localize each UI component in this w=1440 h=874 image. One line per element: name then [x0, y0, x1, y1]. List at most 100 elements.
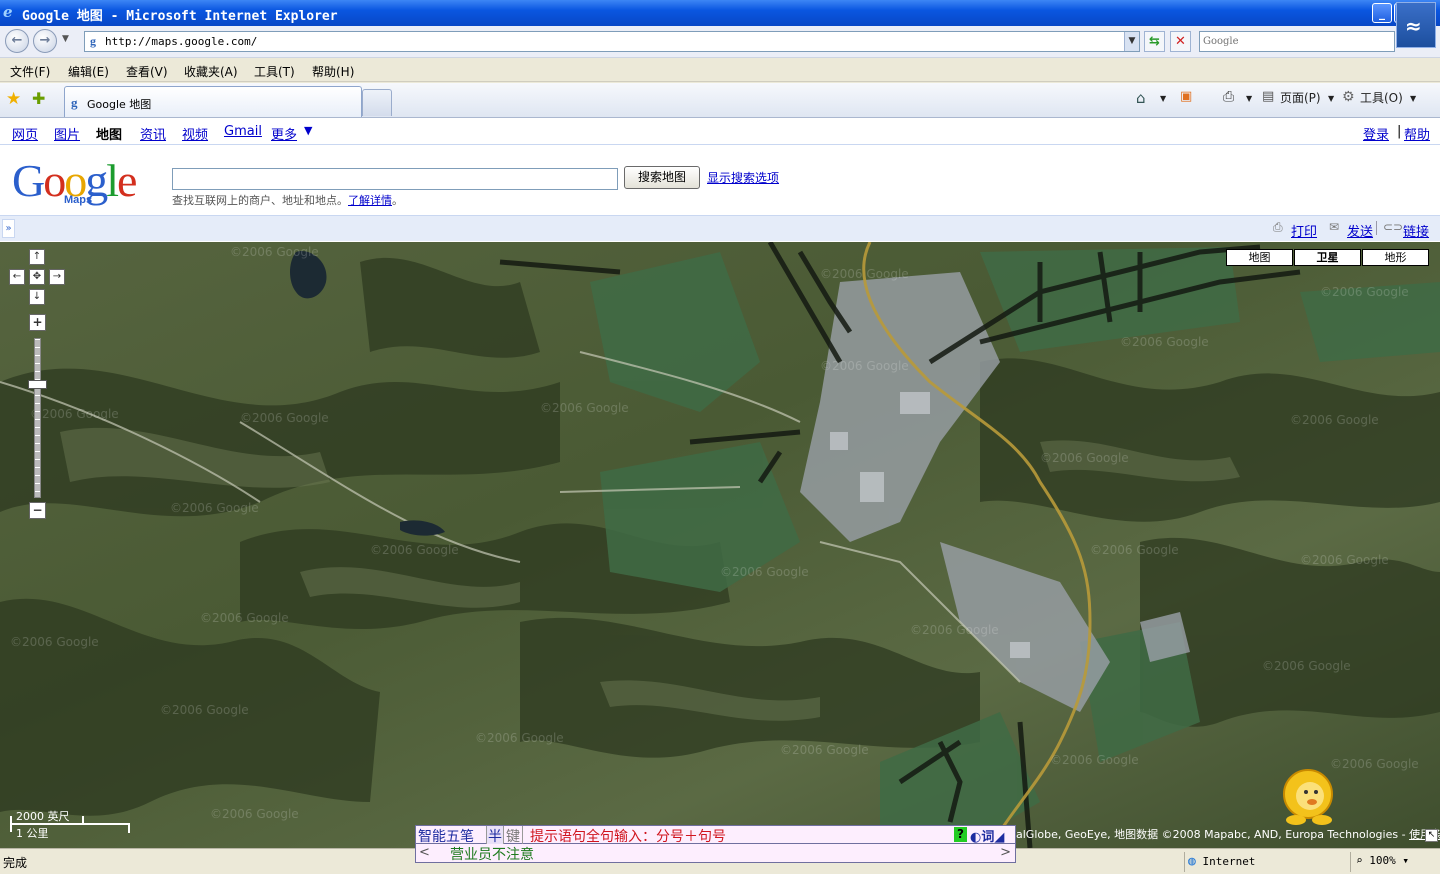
tools-menu[interactable]: 工具(O) [1360, 89, 1403, 106]
forward-button[interactable]: → [33, 29, 57, 53]
pan-left-button[interactable]: ← [9, 269, 25, 285]
toggle-panel-button[interactable]: » [2, 219, 15, 238]
print-icon[interactable]: ⎙ [1223, 89, 1234, 105]
menu-tools[interactable]: 工具(T) [254, 63, 295, 80]
ime-dictionary-icon[interactable]: ◐词◢ [970, 826, 1004, 845]
search-hint-period: 。 [392, 194, 403, 207]
map-type-terrain-button[interactable]: 地形 [1362, 249, 1429, 266]
email-icon: ✉ [1329, 220, 1340, 234]
zoom-in-button[interactable]: + [29, 314, 46, 331]
action-separator [1376, 221, 1377, 235]
page-favicon-icon: g [90, 34, 96, 48]
svg-text:©2006 Google: ©2006 Google [780, 743, 869, 757]
print-icon: ⎙ [1273, 220, 1283, 234]
menu-edit[interactable]: 编辑(E) [68, 63, 109, 80]
zone-label: Internet [1202, 855, 1256, 868]
nav-gmail[interactable]: Gmail [224, 124, 262, 139]
ime-status-row: 智能五笔 半 键 提示语句全句输入：分号＋句号 ? ◐词◢ [415, 825, 1016, 846]
map-type-map-button[interactable]: 地图 [1226, 249, 1293, 266]
svg-text:©2006 Google: ©2006 Google [200, 611, 289, 625]
map-search-input[interactable] [172, 168, 618, 190]
nav-web[interactable]: 网页 [12, 124, 38, 143]
satellite-map[interactable]: ©2006 Google ©2006 Google ©2006 Google ©… [0, 242, 1440, 848]
link-link[interactable]: 链接 [1403, 221, 1429, 240]
svg-text:©2006 Google: ©2006 Google [910, 623, 999, 637]
google-maps-logo[interactable]: Google Maps [12, 154, 162, 214]
lion-mascot-icon [1283, 769, 1333, 825]
menu-file[interactable]: 文件(F) [10, 63, 50, 80]
nav-images[interactable]: 图片 [54, 124, 80, 143]
new-tab-button[interactable] [362, 89, 392, 116]
page-menu[interactable]: 页面(P) [1280, 89, 1321, 106]
more-dropdown-icon[interactable]: ▼ [304, 124, 312, 137]
nav-video[interactable]: 视频 [182, 124, 208, 143]
home-icon[interactable]: ⌂ [1136, 89, 1146, 107]
ime-candidate[interactable]: 营业员不注意 [450, 844, 534, 864]
svg-text:©2006 Google: ©2006 Google [540, 401, 629, 415]
ime-name[interactable]: 智能五笔 [418, 826, 474, 846]
svg-text:©2006 Google: ©2006 Google [230, 245, 319, 259]
svg-text:©2006 Google: ©2006 Google [1300, 553, 1389, 567]
svg-text:©2006 Google: ©2006 Google [170, 501, 259, 515]
menu-view[interactable]: 查看(V) [126, 63, 168, 80]
zoom-slider-thumb[interactable] [28, 380, 47, 390]
help-link[interactable]: 帮助 [1404, 124, 1430, 143]
print-dropdown-icon[interactable]: ▼ [1246, 94, 1252, 103]
zoom-control[interactable]: ⌕ 100% ▾ [1356, 854, 1409, 867]
ime-half-width-toggle[interactable]: 半 [486, 826, 504, 846]
send-link[interactable]: 发送 [1347, 221, 1373, 240]
print-link[interactable]: 打印 [1291, 221, 1317, 240]
tab-label: Google 地图 [87, 98, 152, 111]
menu-bar: 文件(F) 编辑(E) 查看(V) 收藏夹(A) 工具(T) 帮助(H) [0, 59, 1440, 82]
svg-text:©2006 Google: ©2006 Google [1120, 335, 1209, 349]
nav-news[interactable]: 资讯 [140, 124, 166, 143]
title-bar: e Google 地图 - Microsoft Internet Explore… [0, 0, 1440, 26]
address-field[interactable]: g ▼ [84, 31, 1140, 52]
tools-dropdown-icon[interactable]: ▼ [1410, 94, 1416, 103]
address-dropdown-icon[interactable]: ▼ [1124, 32, 1139, 51]
nav-divider [0, 144, 1440, 145]
svg-text:©2006 Google: ©2006 Google [370, 543, 459, 557]
ime-input-bar[interactable]: 智能五笔 半 键 提示语句全句输入：分号＋句号 ? ◐词◢ < 营业员不注意 > [415, 825, 1016, 863]
zoom-slider-track[interactable] [34, 338, 41, 498]
pan-center-button[interactable]: ✥ [29, 269, 45, 285]
search-hint-text: 查找互联网上的商户、地址和地点。 [172, 194, 348, 207]
pan-right-button[interactable]: → [49, 269, 65, 285]
ime-prev-icon[interactable]: < [419, 845, 430, 860]
pan-down-button[interactable]: ↓ [29, 289, 45, 305]
browser-search-input[interactable] [1203, 34, 1391, 49]
svg-text:©2006 Google: ©2006 Google [30, 407, 119, 421]
back-button[interactable]: ← [5, 29, 29, 53]
browser-search-field[interactable] [1199, 31, 1395, 52]
menu-favorites[interactable]: 收藏夹(A) [184, 63, 238, 80]
signin-link[interactable]: 登录 [1363, 124, 1389, 143]
show-search-options-link[interactable]: 显示搜索选项 [707, 169, 779, 186]
url-input[interactable] [105, 34, 1115, 49]
zoom-out-button[interactable]: − [29, 502, 46, 519]
learn-more-link[interactable]: 了解详情 [348, 194, 392, 207]
add-favorite-icon[interactable]: ✚ [32, 89, 45, 108]
ime-help-icon[interactable]: ? [954, 827, 967, 842]
security-zone: ◍ Internet [1188, 854, 1255, 869]
windows-flag-icon: ≈ [1396, 2, 1436, 48]
stop-button[interactable]: ✕ [1170, 31, 1191, 52]
nav-more[interactable]: 更多 [271, 124, 297, 143]
tab-google-maps[interactable]: g Google 地图 [64, 86, 362, 117]
svg-text:©2006 Google: ©2006 Google [240, 411, 329, 425]
home-dropdown-icon[interactable]: ▼ [1160, 94, 1166, 103]
ime-next-icon[interactable]: > [1000, 845, 1011, 860]
recent-pages-dropdown-icon[interactable]: ▼ [62, 34, 69, 44]
magnifier-icon: ⌕ [1356, 854, 1363, 867]
minimize-button[interactable]: _ [1372, 3, 1392, 23]
favorites-star-icon[interactable]: ★ [6, 89, 21, 109]
menu-help[interactable]: 帮助(H) [312, 63, 354, 80]
pan-up-button[interactable]: ↑ [29, 249, 45, 265]
page-dropdown-icon[interactable]: ▼ [1328, 94, 1334, 103]
feeds-icon[interactable]: ▣ [1180, 89, 1192, 104]
refresh-button[interactable]: ⇆ [1144, 31, 1165, 52]
search-maps-button[interactable]: 搜索地图 [624, 166, 700, 189]
overview-toggle-button[interactable]: ↖ [1425, 829, 1438, 842]
gear-icon: ⚙ [1342, 89, 1355, 105]
map-type-satellite-button[interactable]: 卫星 [1294, 249, 1361, 266]
ime-key-toggle[interactable]: 键 [506, 826, 523, 846]
